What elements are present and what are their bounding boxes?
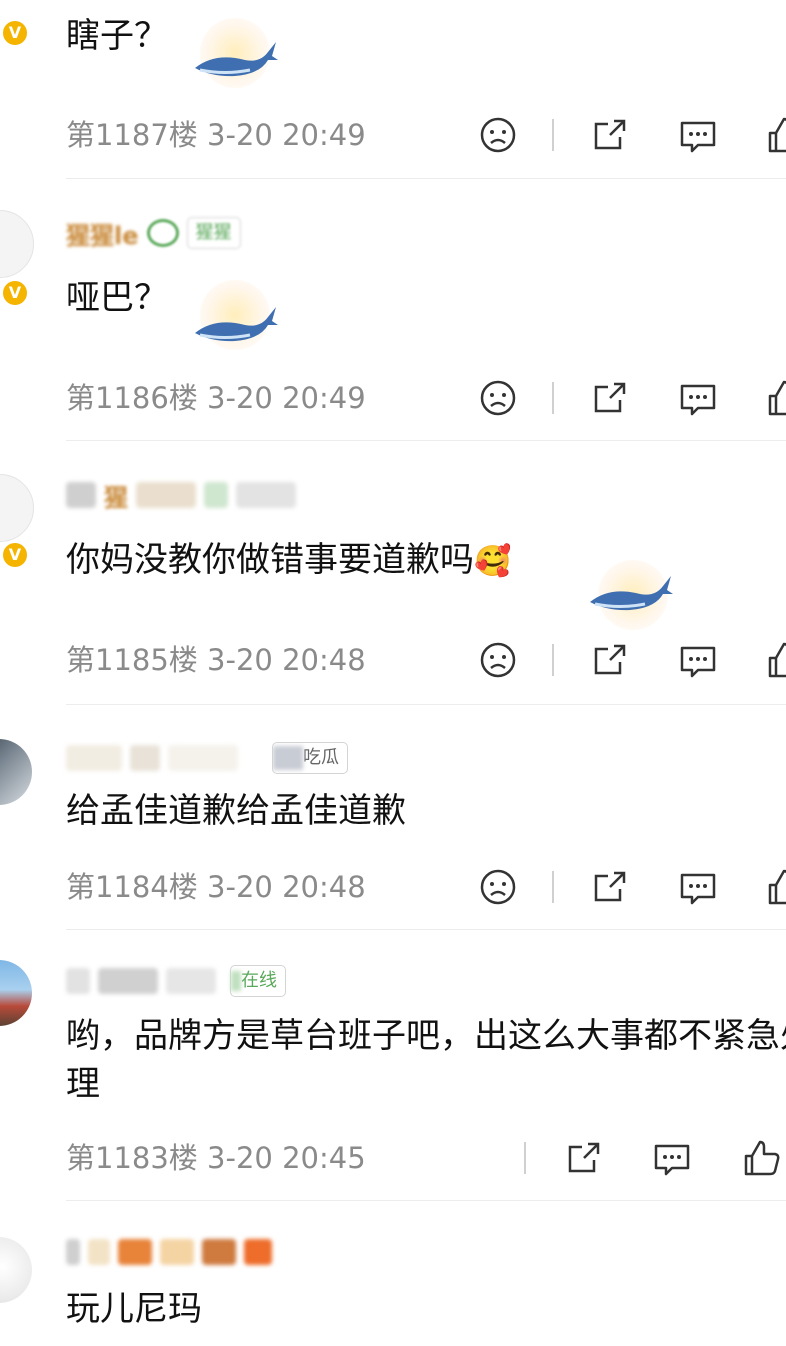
floor-number: 第1183楼	[66, 1141, 198, 1175]
comment-icon[interactable]	[678, 378, 718, 418]
verified-badge-icon: V	[0, 18, 30, 48]
comment-divider	[66, 704, 786, 705]
floor-number: 第1185楼	[66, 643, 198, 677]
comment-meta: 第1183楼 3-20 20:45	[66, 1138, 786, 1178]
floor-number: 第1184楼	[66, 870, 198, 904]
share-icon[interactable]	[590, 115, 630, 155]
comment-time: 3-20 20:45	[207, 1141, 366, 1175]
user-tag: 吃瓜	[272, 742, 348, 774]
username-blur	[66, 745, 122, 771]
comment-text: 你妈没教你做错事要道歉吗🥰	[66, 536, 511, 586]
avatar[interactable]	[0, 474, 34, 542]
username-blur	[244, 1239, 272, 1265]
username-blur	[130, 745, 160, 771]
comment-divider	[66, 178, 786, 179]
share-icon[interactable]	[590, 378, 630, 418]
sad-face-icon[interactable]	[478, 640, 518, 680]
action-divider	[524, 1142, 526, 1174]
username[interactable]: 猩猩le	[66, 216, 139, 251]
username-row[interactable]	[66, 1235, 272, 1269]
sad-face-icon[interactable]	[478, 378, 518, 418]
comment-icon[interactable]	[652, 1138, 692, 1178]
action-divider	[552, 119, 554, 151]
username-blur	[98, 968, 158, 994]
avatar[interactable]	[0, 1237, 32, 1303]
comment-icon[interactable]	[678, 640, 718, 680]
comment-time: 3-20 20:49	[207, 118, 366, 152]
comment-icon[interactable]	[678, 115, 718, 155]
username-blur	[118, 1239, 152, 1265]
username-row[interactable]: 猩	[66, 478, 296, 512]
floor-number: 第1186楼	[66, 381, 198, 415]
comment-divider	[66, 440, 786, 441]
user-tag-label: 在线	[241, 970, 277, 991]
whale-sticker-icon	[195, 307, 278, 342]
username-blur	[136, 482, 196, 508]
comment-text-body: 你妈没教你做错事要道歉吗	[66, 540, 474, 580]
avatar[interactable]	[0, 739, 32, 805]
comment-text: 瞎子？	[66, 16, 168, 56]
thumbs-up-icon[interactable]	[742, 1138, 782, 1178]
whale-sticker-icon	[590, 576, 673, 611]
username-row[interactable]: 在线	[66, 964, 286, 998]
comment-meta: 第1185楼 3-20 20:48	[66, 640, 786, 680]
comment-meta: 第1187楼 3-20 20:49	[66, 115, 786, 155]
username-blur	[160, 1239, 194, 1265]
comment-time: 3-20 20:48	[207, 643, 366, 677]
thumbs-up-icon[interactable]	[766, 640, 786, 680]
share-icon[interactable]	[590, 867, 630, 907]
comment-text: 哑巴？	[66, 278, 168, 318]
thumbs-up-icon[interactable]	[766, 867, 786, 907]
thumbs-up-icon[interactable]	[766, 115, 786, 155]
comment-divider	[66, 1200, 786, 1201]
whale-sticker-icon	[195, 42, 278, 77]
username-row[interactable]: 吃瓜	[66, 741, 348, 775]
comment-divider	[66, 929, 786, 930]
username-row[interactable]: 猩猩le 猩猩	[66, 216, 241, 250]
comment-text: 玩儿尼玛	[66, 1289, 202, 1329]
comment-text: 给孟佳道歉给孟佳道歉	[66, 791, 406, 831]
comment-time: 3-20 20:49	[207, 381, 366, 415]
user-tag: 在线	[230, 965, 286, 997]
share-icon[interactable]	[564, 1138, 604, 1178]
username-blur	[168, 745, 238, 771]
avatar[interactable]	[0, 210, 34, 278]
username-blur	[66, 968, 90, 994]
tag-blur	[204, 482, 228, 508]
fan-badge	[146, 219, 179, 247]
username[interactable]: 猩	[104, 478, 128, 513]
floor-number: 第1187楼	[66, 118, 198, 152]
action-divider	[552, 871, 554, 903]
username-blur	[66, 482, 96, 508]
action-divider	[552, 382, 554, 414]
tag-blur	[236, 482, 296, 508]
username-blur	[166, 968, 216, 994]
comment-time: 3-20 20:48	[207, 870, 366, 904]
user-tag-label: 吃瓜	[303, 747, 339, 768]
sad-face-icon[interactable]	[478, 115, 518, 155]
smiling-face-hearts-icon: 🥰	[474, 544, 512, 579]
username-blur	[202, 1239, 236, 1265]
comment-icon[interactable]	[678, 867, 718, 907]
user-tag: 猩猩	[186, 217, 241, 249]
username-blur	[66, 1239, 80, 1265]
thumbs-up-icon[interactable]	[766, 378, 786, 418]
verified-badge-icon: V	[0, 278, 30, 308]
sad-face-icon[interactable]	[478, 867, 518, 907]
verified-badge-icon: V	[0, 540, 30, 570]
username-blur	[88, 1239, 110, 1265]
comment-meta: 第1184楼 3-20 20:48	[66, 867, 786, 907]
comment-text: 哟，品牌方是草台班子吧，出这么大事都不紧急处理	[66, 1016, 786, 1104]
action-divider	[552, 644, 554, 676]
comment-meta: 第1186楼 3-20 20:49	[66, 378, 786, 418]
avatar[interactable]	[0, 960, 32, 1026]
share-icon[interactable]	[590, 640, 630, 680]
